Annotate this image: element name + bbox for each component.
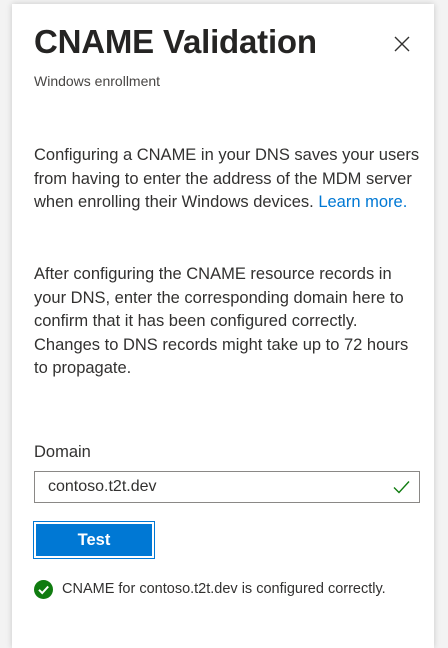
domain-label: Domain bbox=[34, 443, 91, 461]
cname-validation-panel: CNAME Validation Windows enrollment Conf… bbox=[12, 4, 434, 648]
panel-subtitle: Windows enrollment bbox=[34, 73, 161, 89]
success-check-icon bbox=[34, 580, 53, 599]
test-button[interactable]: Test bbox=[33, 521, 155, 559]
domain-field bbox=[34, 471, 420, 503]
description-paragraph: Configuring a CNAME in your DNS saves yo… bbox=[34, 144, 420, 215]
panel-title: CNAME Validation bbox=[34, 23, 317, 60]
domain-input[interactable] bbox=[35, 472, 375, 502]
status-message: CNAME for contoso.t2t.dev is configured … bbox=[62, 581, 386, 597]
learn-more-link[interactable]: Learn more. bbox=[318, 193, 407, 211]
close-icon bbox=[394, 36, 410, 52]
checkmark-icon bbox=[393, 481, 410, 494]
close-button[interactable] bbox=[392, 34, 412, 54]
instructions-paragraph: After configuring the CNAME resource rec… bbox=[34, 265, 409, 377]
